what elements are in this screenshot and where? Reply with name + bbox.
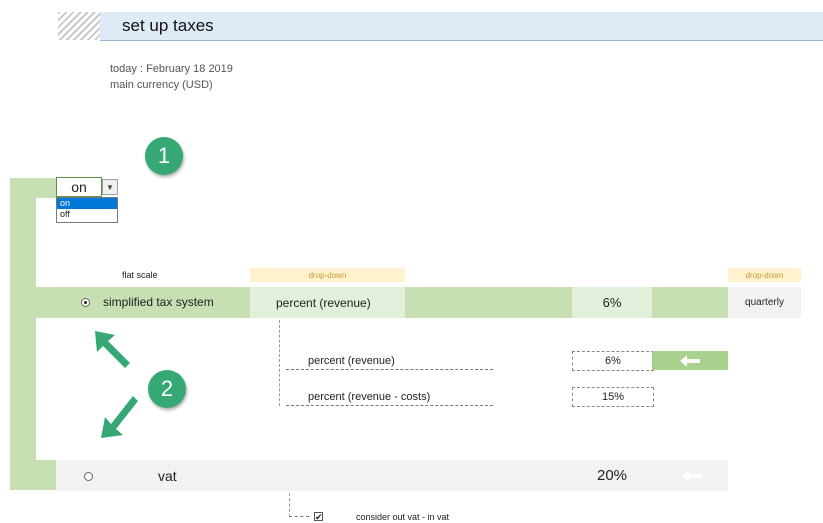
selected-option-indicator xyxy=(652,351,728,370)
method-dropdown-tag: drop-down xyxy=(250,268,405,282)
dropdown-option-on[interactable]: on xyxy=(57,198,117,209)
payment-period-select[interactable]: quarterly xyxy=(728,287,801,318)
header-hatch-decoration xyxy=(58,12,100,40)
dropdown-arrow-icon[interactable]: ▼ xyxy=(102,179,118,195)
simplified-tax-label: simplified tax system xyxy=(103,295,214,309)
step-badge-2: 2 xyxy=(148,370,186,408)
option-label-revenue-costs: percent (revenue - costs) xyxy=(308,391,431,403)
consider-vat-checkbox[interactable]: ✔ xyxy=(314,512,323,522)
step-badge-1: 1 xyxy=(145,137,183,175)
flat-scale-label: flat scale xyxy=(122,270,158,280)
vat-label: vat xyxy=(158,468,177,484)
arrow-down-left-icon xyxy=(101,396,138,438)
tax-switch-dropdown[interactable]: on xyxy=(56,177,102,197)
title-bar: set up taxes xyxy=(100,12,823,41)
vat-rate: 20% xyxy=(597,467,628,484)
arrow-up-left-icon xyxy=(95,331,130,368)
tax-switch-options-list[interactable]: on off xyxy=(56,197,118,223)
tax-method-select[interactable]: percent (revenue) xyxy=(250,287,405,318)
option-value-revenue[interactable]: 6% xyxy=(572,351,654,371)
simplified-tax-radio[interactable] xyxy=(81,298,90,307)
option-value-revenue-costs[interactable]: 15% xyxy=(572,387,654,407)
arrow-left-icon xyxy=(682,470,702,482)
period-dropdown-tag: drop-down xyxy=(728,268,801,282)
vat-option-tree-line xyxy=(289,493,290,517)
option-label-revenue: percent (revenue) xyxy=(308,355,395,367)
option-underline xyxy=(286,405,493,406)
simplified-tax-rate: 6% xyxy=(572,287,652,318)
main-currency: main currency (USD) xyxy=(110,79,213,91)
vat-row xyxy=(56,460,728,491)
consider-vat-label: consider out vat - in vat xyxy=(356,512,450,522)
dropdown-option-off[interactable]: off xyxy=(57,209,117,220)
vat-radio[interactable] xyxy=(84,472,93,481)
today-date: today : February 18 2019 xyxy=(110,63,233,75)
section-bracket xyxy=(10,178,36,490)
option-underline xyxy=(286,369,493,370)
vat-option-connector xyxy=(289,516,309,517)
arrow-left-icon xyxy=(680,354,700,367)
page-title: set up taxes xyxy=(122,16,214,35)
options-tree-line xyxy=(279,320,280,406)
section-bracket-bottom xyxy=(10,460,56,490)
